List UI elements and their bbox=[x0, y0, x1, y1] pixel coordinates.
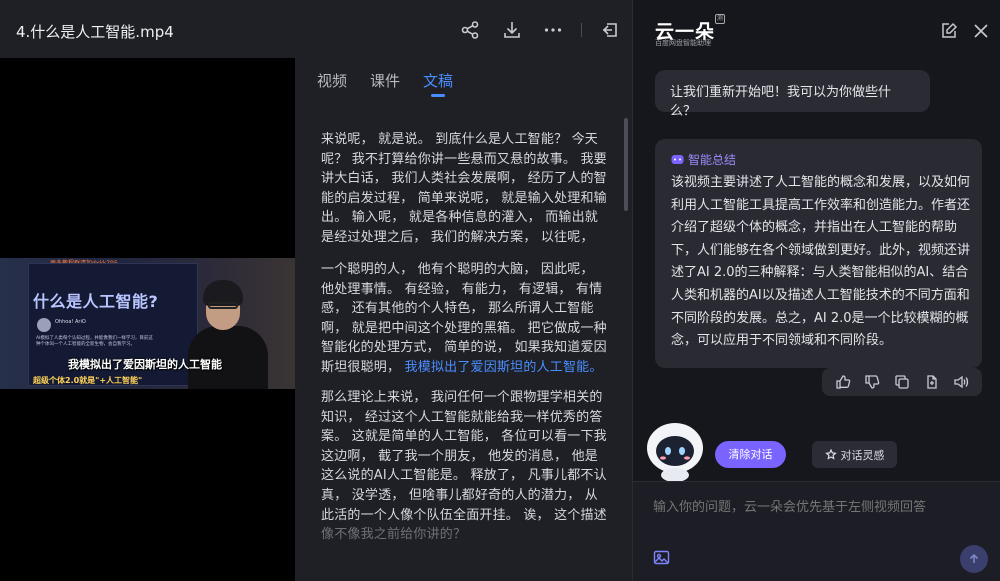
video-header: 4.什么是人工智能.mp4 bbox=[0, 0, 632, 58]
close-icon[interactable] bbox=[972, 22, 990, 40]
summary-tag-label: 智能总结 bbox=[688, 153, 737, 167]
file-title: 4.什么是人工智能.mp4 bbox=[16, 23, 174, 41]
gamepad-icon bbox=[671, 155, 684, 164]
tab-video[interactable]: 视频 bbox=[317, 70, 347, 91]
assistant-panel: 云一朵 测 百度网盘智能助理 让我们重新开始吧！我可以为你做些什么？ 智能总结 … bbox=[632, 0, 1000, 581]
transcript-paragraph-3-text: 那么理论上来说， 我问任何一个跟物理学相关的知识， 经过这个人工智能就能给我一样… bbox=[321, 390, 607, 523]
clear-chat-button[interactable]: 清除对话 bbox=[715, 441, 786, 468]
video-slide-heading: 什么是人工智能? bbox=[33, 292, 159, 311]
chat-input-area bbox=[633, 481, 1000, 581]
chat-inspiration-button[interactable]: 对话灵感 bbox=[812, 441, 897, 468]
transcript-panel: 视频 课件 文稿 来说呢， 就是说。 到底什么是人工智能？ 今天呢？ 我不打算给… bbox=[295, 58, 632, 581]
summary-tag: 智能总结 bbox=[671, 151, 736, 168]
lightbulb-icon bbox=[824, 448, 837, 460]
transcript-paragraph-2[interactable]: 一个聪明的人， 他有个聪明的大脑， 因此呢， 他处理事情。 有经验， 有能力， … bbox=[321, 260, 611, 378]
edit-note-icon[interactable] bbox=[940, 22, 958, 40]
summary-actions bbox=[822, 368, 982, 396]
download-icon[interactable] bbox=[502, 20, 522, 40]
image-upload-icon[interactable] bbox=[653, 549, 670, 566]
transcript-paragraph-3[interactable]: 那么理论上来说， 我问任何一个跟物理学相关的知识， 经过这个人工智能就能给我一样… bbox=[321, 388, 611, 545]
mascot-cloud-character bbox=[647, 423, 703, 482]
arrow-up-icon bbox=[969, 553, 979, 563]
copy-icon[interactable] bbox=[894, 374, 910, 390]
presenter-glasses bbox=[208, 302, 238, 309]
chat-inspiration-label: 对话灵感 bbox=[840, 448, 885, 462]
transcript-fade-text: 像不像我之前给你讲的？ bbox=[321, 527, 467, 543]
transcript-paragraph-2-text: 一个聪明的人， 他有个聪明的大脑， 因此呢， 他处理事情。 有经验， 有能力， … bbox=[321, 262, 607, 375]
transcript-scrollbar[interactable] bbox=[624, 118, 628, 211]
tab-transcript[interactable]: 文稿 bbox=[423, 70, 453, 91]
assistant-badge: 测 bbox=[715, 14, 725, 24]
video-slide-body: AI模拟了人类每个认知过程，并能像我们一样学习，目前这种个体叫一个人工智能的全新… bbox=[36, 336, 153, 347]
transcript-paragraph-1[interactable]: 来说呢， 就是说。 到底什么是人工智能？ 今天呢？ 我不打算给你讲一些悬而又悬的… bbox=[321, 130, 611, 248]
thumbs-up-icon[interactable] bbox=[835, 374, 851, 390]
greeting-message: 让我们重新开始吧！我可以为你做些什么？ bbox=[655, 70, 930, 119]
summary-card: 智能总结 该视频主要讲述了人工智能的概念和发展，以及如何利用人工智能工具提高工作… bbox=[655, 139, 982, 368]
send-button[interactable] bbox=[960, 545, 988, 573]
video-frame[interactable]: 更多教程群请加dxkk795 什么是人工智能? Ohhoa! AriO AI模拟… bbox=[0, 258, 295, 389]
export-icon[interactable] bbox=[924, 374, 940, 390]
assistant-subtitle: 百度网盘智能助理 bbox=[655, 39, 711, 47]
header-divider bbox=[581, 23, 582, 37]
active-tab-indicator bbox=[431, 94, 445, 97]
thumbs-down-icon[interactable] bbox=[864, 374, 880, 390]
video-subtitle: 我模拟出了爱因斯坦的人工智能 bbox=[68, 358, 222, 371]
video-slide-avatar bbox=[37, 318, 51, 332]
tab-courseware[interactable]: 课件 bbox=[370, 70, 400, 91]
chat-input[interactable] bbox=[653, 500, 973, 515]
summary-text: 该视频主要讲述了人工智能的概念和发展，以及如何利用人工智能工具提高工作效率和创造… bbox=[671, 175, 971, 349]
share-icon[interactable] bbox=[460, 20, 480, 40]
collapse-panel-icon[interactable] bbox=[600, 20, 620, 40]
transcript-current-sentence[interactable]: 我模拟出了爱因斯坦的人工智能。 bbox=[405, 360, 603, 375]
speaker-icon[interactable] bbox=[953, 374, 969, 390]
video-slide-name: Ohhoa! AriO bbox=[55, 319, 86, 325]
app-root: 4.什么是人工智能.mp4 更多教程群请加dxkk795 什么是人工智能? Oh… bbox=[0, 0, 1000, 581]
video-slide-footer: 超级个体2.0就是"+人工智能" bbox=[33, 376, 143, 385]
more-icon[interactable] bbox=[543, 20, 563, 40]
